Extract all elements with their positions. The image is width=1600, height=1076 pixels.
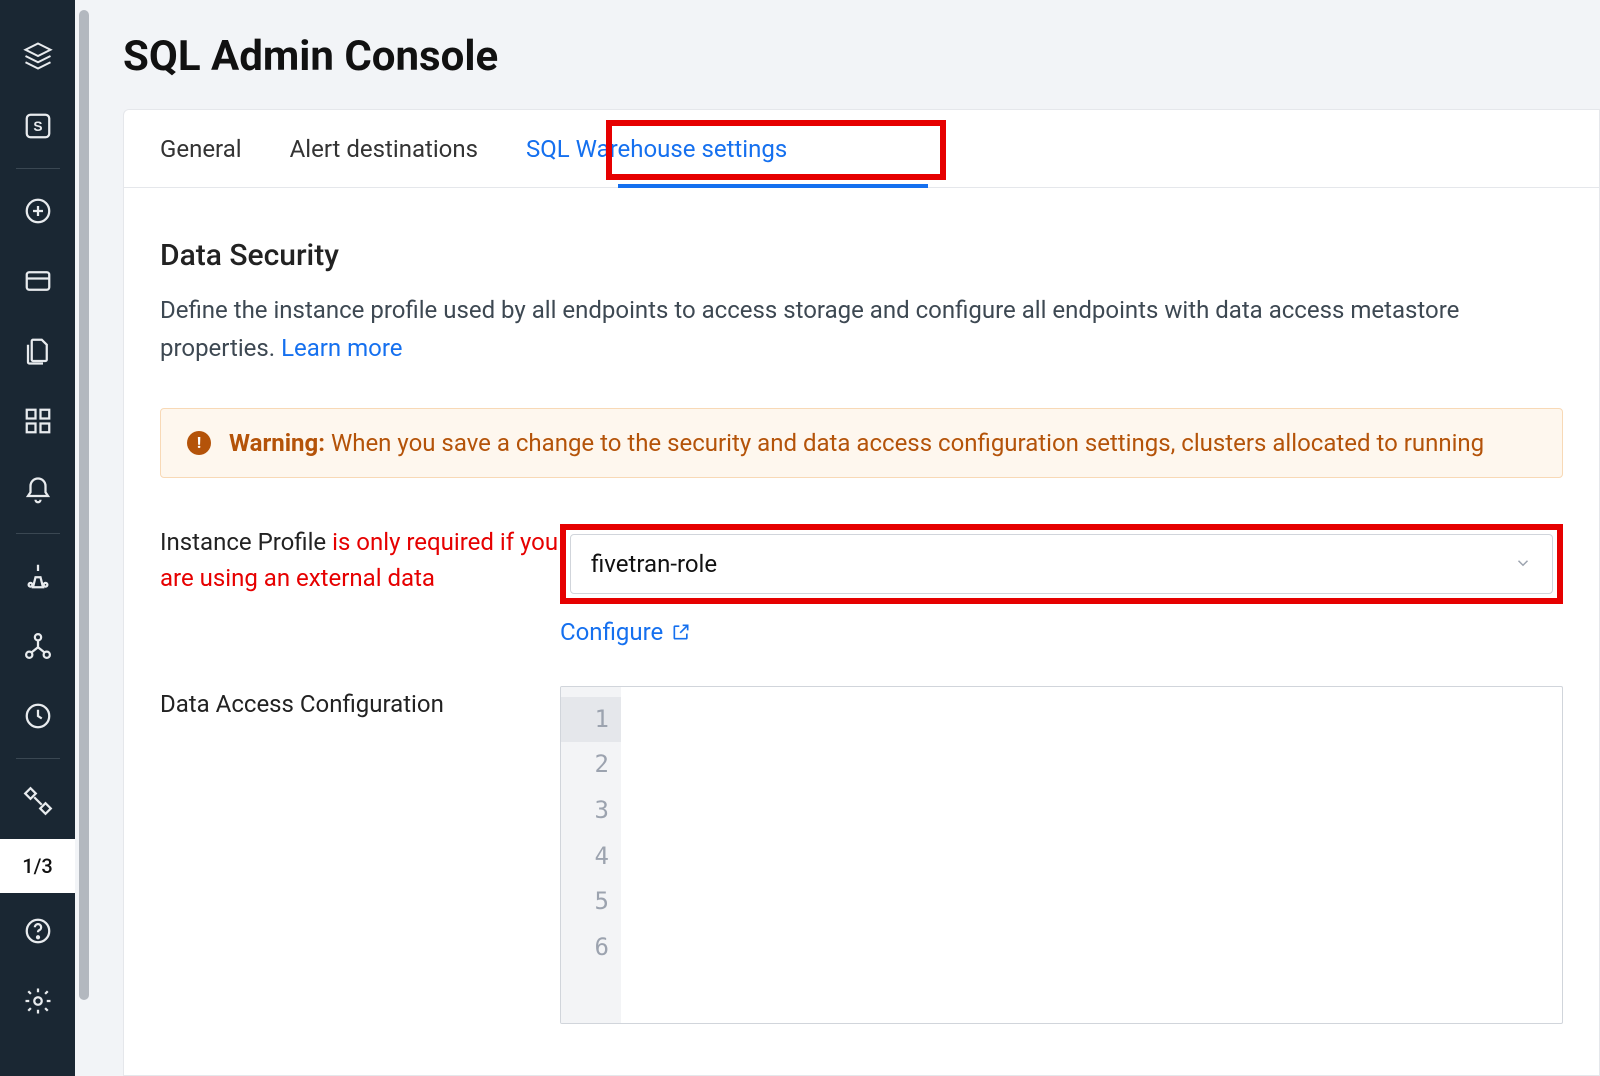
rail-pager[interactable]: 1/3 (0, 839, 75, 893)
scrollbar[interactable] (75, 0, 93, 1076)
branch-icon[interactable] (0, 769, 75, 833)
tab-sql-warehouse-settings[interactable]: SQL Warehouse settings (526, 110, 787, 188)
files-icon[interactable] (0, 319, 75, 383)
experiments-icon[interactable] (0, 544, 75, 608)
instance-profile-label: Instance Profile is only required if you… (160, 524, 560, 596)
history-icon[interactable] (0, 684, 75, 748)
data-access-config-editor[interactable]: 1 2 3 4 5 6 (560, 686, 1563, 1024)
tabs: General Alert destinations SQL Warehouse… (124, 110, 1599, 188)
line-number: 3 (561, 788, 609, 834)
line-number: 5 (561, 879, 609, 925)
page-title: SQL Admin Console (123, 32, 1600, 81)
settings-icon[interactable] (0, 969, 75, 1033)
side-rail: S 1/3 (0, 0, 75, 1076)
active-tab-underline (618, 184, 928, 188)
card-icon[interactable] (0, 249, 75, 313)
tab-alert-destinations[interactable]: Alert destinations (290, 110, 478, 188)
svg-text:S: S (33, 119, 42, 134)
workflow-icon[interactable] (0, 614, 75, 678)
instance-profile-value: fivetran-role (591, 550, 717, 578)
new-icon[interactable] (0, 179, 75, 243)
warning-banner: ! Warning: When you save a change to the… (160, 408, 1563, 478)
editor-body[interactable] (621, 687, 1562, 1023)
external-link-icon (671, 622, 691, 642)
main-content: SQL Admin Console General Alert destinat… (93, 0, 1600, 1076)
tab-general[interactable]: General (160, 110, 242, 188)
section-title: Data Security (160, 238, 1563, 273)
grid-icon[interactable] (0, 389, 75, 453)
line-number: 2 (561, 742, 609, 788)
annotation-dropdown-highlight: fivetran-role (560, 524, 1563, 604)
scrollbar-thumb[interactable] (79, 10, 89, 1000)
line-number: 6 (561, 925, 609, 971)
data-access-config-label: Data Access Configuration (160, 686, 560, 722)
sql-icon[interactable]: S (0, 94, 75, 158)
line-number: 1 (561, 697, 621, 743)
chevron-down-icon (1514, 550, 1532, 578)
logo-icon[interactable] (0, 24, 75, 88)
line-number: 4 (561, 834, 609, 880)
configure-link[interactable]: Configure (560, 618, 691, 646)
instance-profile-dropdown[interactable]: fivetran-role (570, 534, 1553, 594)
warning-label: Warning: (229, 429, 325, 457)
editor-gutter: 1 2 3 4 5 6 (561, 687, 621, 1023)
help-icon[interactable] (0, 899, 75, 963)
settings-card: General Alert destinations SQL Warehouse… (123, 109, 1600, 1076)
warning-icon: ! (187, 431, 211, 455)
bell-icon[interactable] (0, 459, 75, 523)
section-description: Define the instance profile used by all … (160, 291, 1563, 368)
learn-more-link[interactable]: Learn more (281, 334, 402, 362)
